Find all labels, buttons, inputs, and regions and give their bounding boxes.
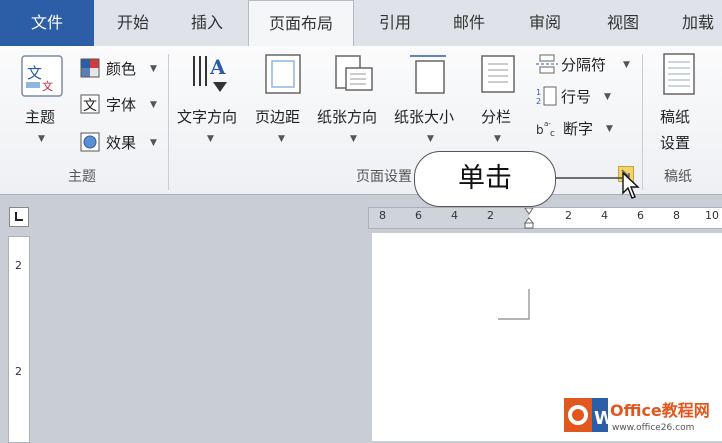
ruler-tick-label: 2	[15, 365, 22, 378]
ruler-tick-label: 6	[415, 209, 422, 222]
ruler-tick-label: 4	[451, 209, 458, 222]
watermark-logo: W Office教程网 www.office26.com	[562, 392, 722, 442]
margin-corner-mark	[498, 289, 530, 320]
vertical-ruler[interactable]: 2 2	[8, 236, 30, 443]
tab-stop-selector[interactable]	[9, 207, 29, 227]
ruler-tick-label: 10	[705, 209, 719, 222]
svg-text:Office教程网: Office教程网	[610, 401, 710, 420]
svg-text:www.office26.com: www.office26.com	[612, 423, 694, 433]
ruler-tick-label: 8	[673, 209, 680, 222]
ruler-tick-label: 2	[565, 209, 572, 222]
callout-bubble: 单击	[414, 151, 556, 207]
ruler-tick-label: 8	[379, 209, 386, 222]
ruler-tick-label: 2	[487, 209, 494, 222]
horizontal-ruler[interactable]: 8 6 4 2 2 4 6 8 10	[368, 207, 722, 229]
ruler-margin-area	[369, 208, 529, 228]
ruler-tick-label: 6	[637, 209, 644, 222]
ruler-tick-label: 4	[601, 209, 608, 222]
ruler-tick-label: 2	[15, 259, 22, 272]
indent-marker[interactable]	[521, 208, 545, 230]
